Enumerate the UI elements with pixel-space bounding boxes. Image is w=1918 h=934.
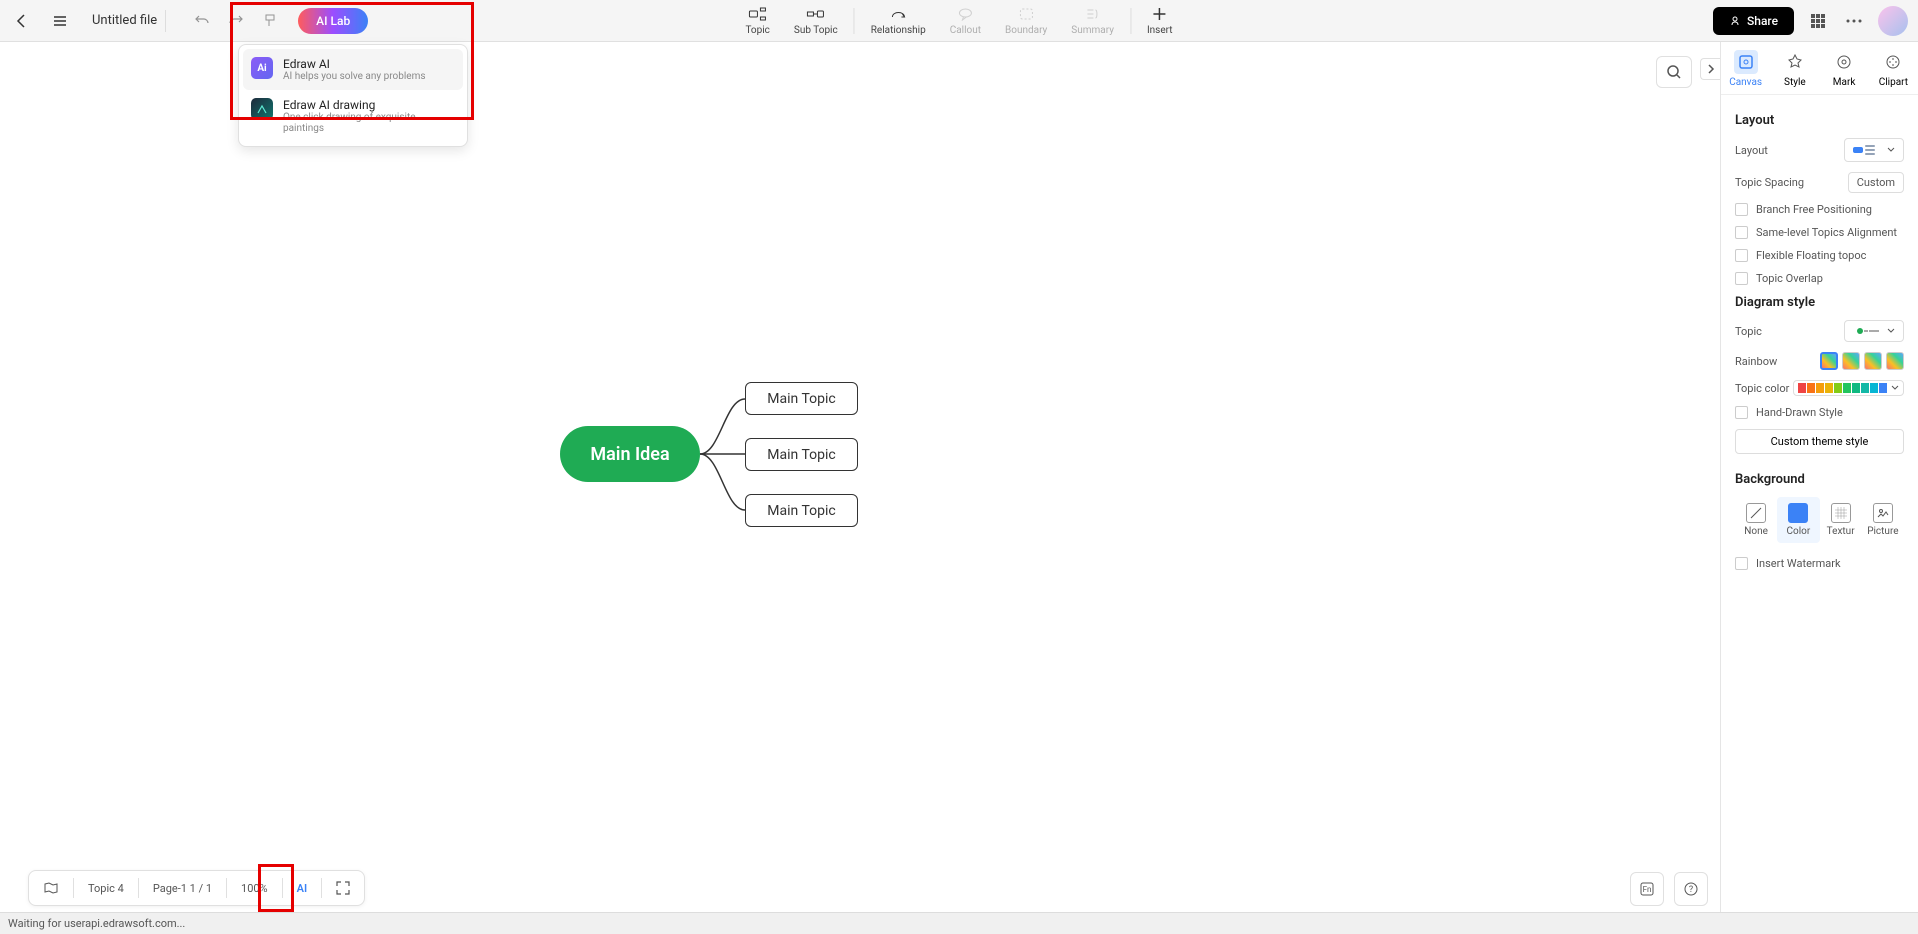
- panel-tabs: Canvas Style Mark Clipart: [1721, 42, 1918, 95]
- relationship-tool[interactable]: Relationship: [859, 0, 938, 41]
- edraw-ai-drawing-item[interactable]: Edraw AI drawing One click drawing of ex…: [243, 90, 463, 142]
- panel-body: Layout Layout Topic Spacing Custom Branc…: [1721, 95, 1918, 592]
- topic-color-select[interactable]: [1793, 380, 1904, 396]
- topic-spacing-button[interactable]: Custom: [1848, 172, 1904, 193]
- topic-node-2[interactable]: Main Topic: [745, 438, 858, 471]
- file-name[interactable]: Untitled file: [92, 13, 157, 28]
- ai-lab-dropdown: Ai Edraw AI AI helps you solve any probl…: [238, 44, 468, 147]
- topic-node-3[interactable]: Main Topic: [745, 494, 858, 527]
- more-button[interactable]: [1842, 9, 1866, 33]
- right-panel: Canvas Style Mark Clipart Layout Layout …: [1720, 42, 1918, 934]
- rainbow-opt-3[interactable]: [1864, 352, 1882, 370]
- user-avatar[interactable]: [1878, 6, 1908, 36]
- callout-tool: Callout: [938, 0, 993, 41]
- rainbow-opt-2[interactable]: [1842, 352, 1860, 370]
- bg-texture[interactable]: Textur: [1820, 497, 1862, 543]
- tab-mark[interactable]: Mark: [1820, 42, 1869, 94]
- relationship-icon: [889, 5, 907, 23]
- main-idea-node[interactable]: Main Idea: [560, 426, 700, 482]
- background-title: Background: [1735, 472, 1904, 487]
- map-view-button[interactable]: [29, 871, 73, 905]
- share-button[interactable]: Share: [1713, 7, 1794, 35]
- ai-icon: Ai: [251, 57, 273, 79]
- summary-icon: [1084, 5, 1102, 23]
- status-text: Waiting for userapi.edrawsoft.com...: [8, 917, 185, 930]
- callout-icon: [956, 5, 974, 23]
- svg-text:Fn: Fn: [1643, 885, 1652, 894]
- bottom-right-tools: Fn ?: [1630, 872, 1708, 906]
- ai-button[interactable]: AI: [283, 871, 322, 905]
- panel-expand-button[interactable]: [1700, 58, 1720, 80]
- watermark-checkbox[interactable]: Insert Watermark: [1735, 557, 1904, 570]
- zoom-level[interactable]: 100%: [227, 871, 282, 905]
- page-indicator[interactable]: Page-1 1 / 1: [139, 871, 226, 905]
- topic-count[interactable]: Topic 4: [74, 871, 138, 905]
- insert-tool[interactable]: Insert: [1135, 0, 1185, 41]
- font-button[interactable]: Fn: [1630, 872, 1664, 906]
- topic-spacing-label: Topic Spacing: [1735, 176, 1804, 189]
- apps-button[interactable]: [1806, 9, 1830, 33]
- diagram-style-title: Diagram style: [1735, 295, 1904, 310]
- fullscreen-button[interactable]: [322, 871, 364, 905]
- tab-canvas[interactable]: Canvas: [1721, 42, 1770, 94]
- topic-style-select[interactable]: [1844, 320, 1904, 342]
- edraw-ai-item[interactable]: Ai Edraw AI AI helps you solve any probl…: [243, 49, 463, 90]
- plus-icon: [1151, 5, 1169, 23]
- background-options: None Color Textur Picture: [1735, 497, 1904, 543]
- bottom-toolbar: Topic 4 Page-1 1 / 1 100% AI: [28, 870, 365, 906]
- bg-color[interactable]: Color: [1777, 497, 1819, 543]
- clipart-icon: [1881, 50, 1905, 74]
- ai-lab-button[interactable]: AI Lab: [298, 8, 368, 34]
- branch-free-checkbox[interactable]: Branch Free Positioning: [1735, 203, 1904, 216]
- search-button[interactable]: [1656, 56, 1692, 88]
- ai-drawing-icon: [251, 98, 273, 120]
- canvas[interactable]: Main Idea Main Topic Main Topic Main Top…: [0, 42, 1720, 906]
- topic-icon: [749, 5, 767, 23]
- menu-button[interactable]: [48, 9, 72, 33]
- flexible-checkbox[interactable]: Flexible Floating topoc: [1735, 249, 1904, 262]
- layout-section-title: Layout: [1735, 113, 1904, 128]
- canvas-icon: [1734, 50, 1758, 74]
- center-tools: Topic Sub Topic Relationship Callout Bou…: [733, 0, 1184, 41]
- help-button[interactable]: ?: [1674, 872, 1708, 906]
- tab-clipart[interactable]: Clipart: [1869, 42, 1918, 94]
- summary-tool: Summary: [1059, 0, 1126, 41]
- right-tools: Share: [1713, 6, 1908, 36]
- hand-drawn-checkbox[interactable]: Hand-Drawn Style: [1735, 406, 1904, 419]
- topic-color-label: Topic color: [1735, 382, 1789, 395]
- svg-text:?: ?: [1689, 885, 1693, 895]
- format-painter-button[interactable]: [260, 11, 280, 31]
- bg-none[interactable]: None: [1735, 497, 1777, 543]
- overlap-checkbox[interactable]: Topic Overlap: [1735, 272, 1904, 285]
- rainbow-label: Rainbow: [1735, 355, 1777, 368]
- custom-theme-button[interactable]: Custom theme style: [1735, 429, 1904, 454]
- top-toolbar: Untitled file AI Lab Topic Sub Topic Rel…: [0, 0, 1918, 42]
- mark-icon: [1832, 50, 1856, 74]
- layout-label: Layout: [1735, 144, 1768, 157]
- boundary-icon: [1017, 5, 1035, 23]
- bg-picture[interactable]: Picture: [1862, 497, 1904, 543]
- same-level-checkbox[interactable]: Same-level Topics Alignment: [1735, 226, 1904, 239]
- rainbow-options: [1820, 352, 1904, 370]
- topic-label: Topic: [1735, 325, 1762, 338]
- topic-tool[interactable]: Topic: [733, 0, 781, 41]
- undo-button[interactable]: [192, 11, 212, 31]
- status-bar: Waiting for userapi.edrawsoft.com...: [0, 912, 1918, 934]
- subtopic-tool[interactable]: Sub Topic: [782, 0, 850, 41]
- boundary-tool: Boundary: [993, 0, 1059, 41]
- layout-select[interactable]: [1844, 138, 1904, 162]
- back-button[interactable]: [10, 9, 34, 33]
- subtopic-icon: [807, 5, 825, 23]
- topic-node-1[interactable]: Main Topic: [745, 382, 858, 415]
- style-icon: [1783, 50, 1807, 74]
- rainbow-opt-1[interactable]: [1820, 352, 1838, 370]
- rainbow-opt-4[interactable]: [1886, 352, 1904, 370]
- tab-style[interactable]: Style: [1770, 42, 1819, 94]
- redo-button[interactable]: [226, 11, 246, 31]
